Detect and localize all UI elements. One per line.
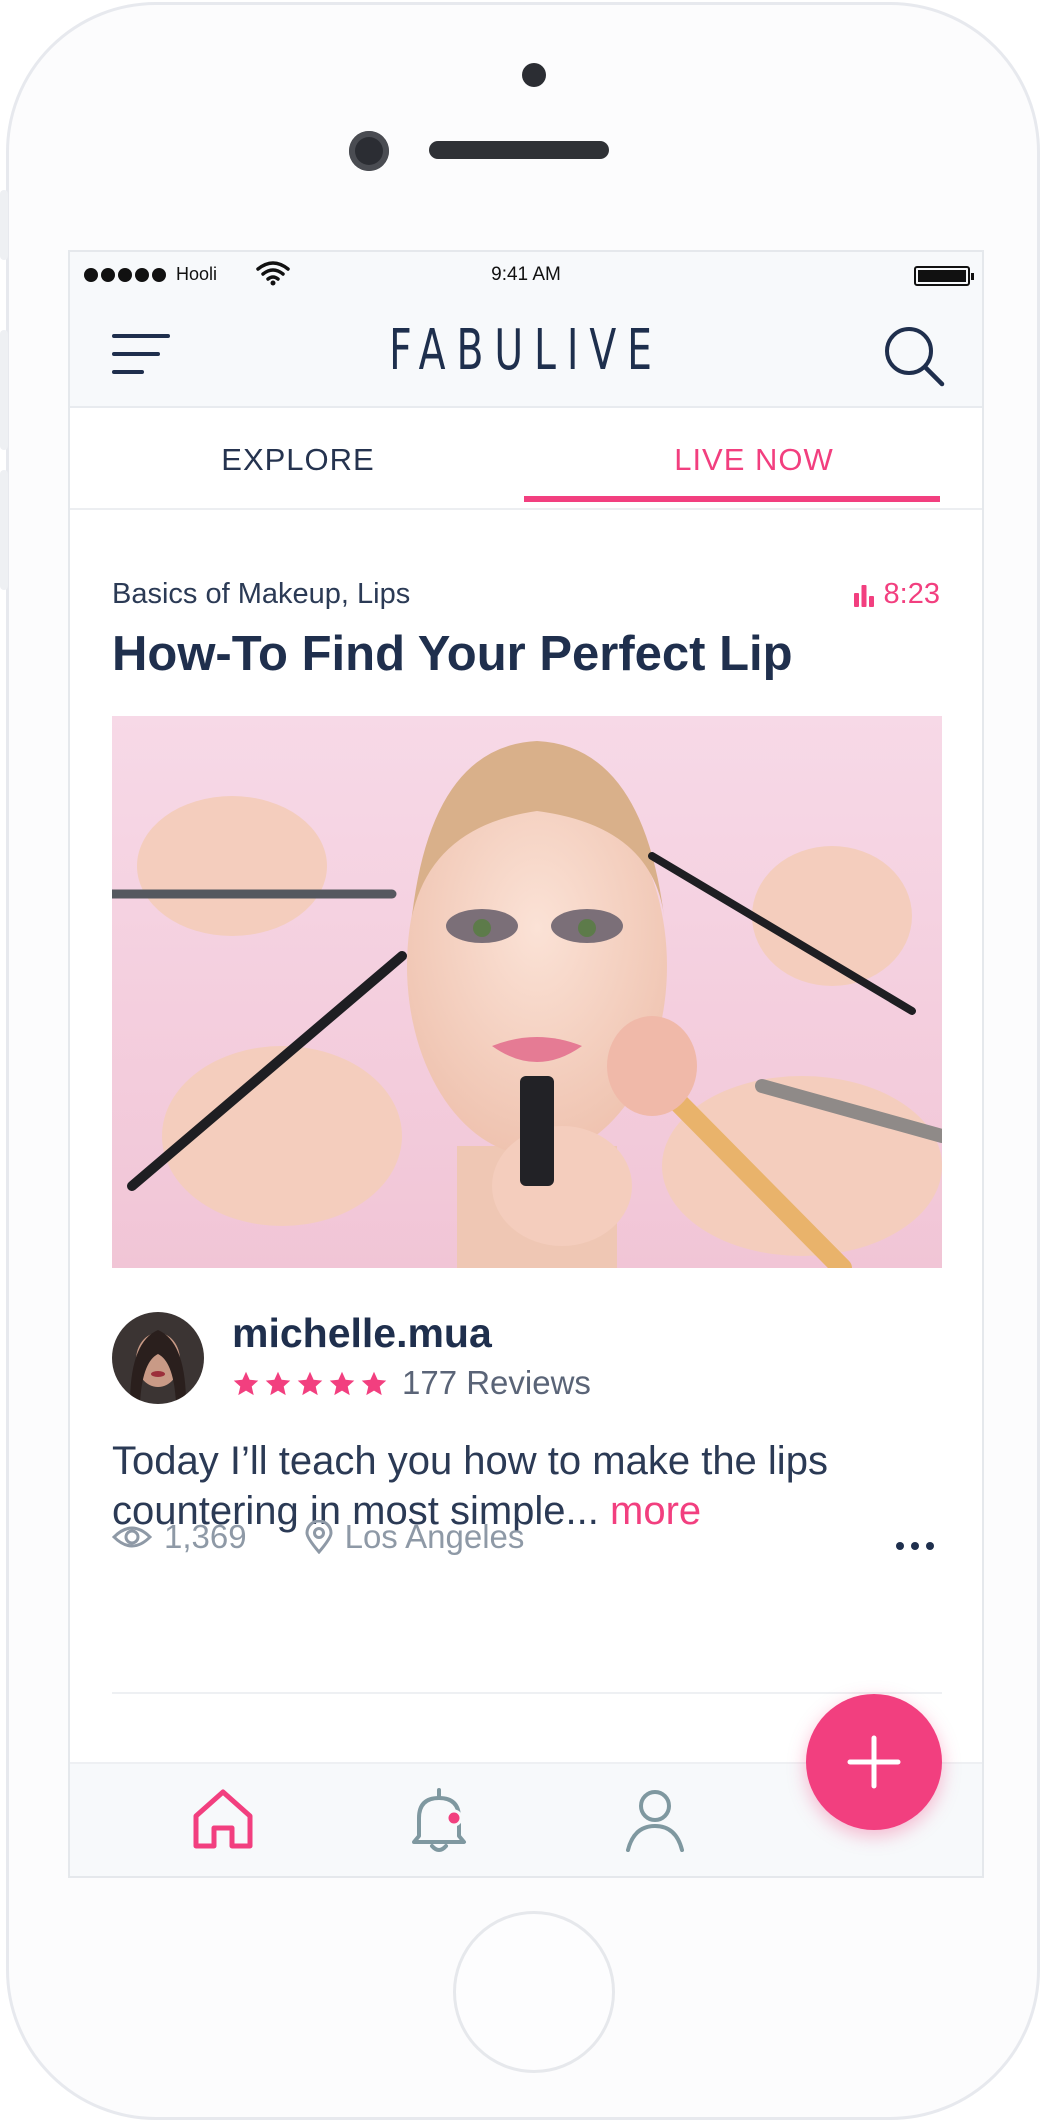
live-duration: 8:23 — [852, 578, 940, 611]
review-count[interactable]: 177 Reviews — [402, 1364, 591, 1402]
star-icon — [297, 1371, 323, 1396]
side-button — [0, 330, 8, 450]
author-avatar[interactable] — [112, 1312, 204, 1404]
tab-explore[interactable]: EXPLORE — [70, 408, 526, 508]
location-pin-icon — [305, 1520, 333, 1554]
tab-live-now[interactable]: LIVE NOW — [526, 408, 982, 508]
add-button[interactable] — [806, 1694, 942, 1830]
speaker-grille — [429, 141, 609, 159]
star-icon — [329, 1371, 355, 1396]
search-icon[interactable] — [882, 324, 946, 388]
star-icon — [361, 1371, 387, 1396]
author-username[interactable]: michelle.mua — [232, 1310, 492, 1357]
profile-icon[interactable] — [620, 1784, 690, 1854]
star-icon — [265, 1371, 291, 1396]
more-options-icon[interactable] — [896, 1542, 934, 1550]
bell-icon[interactable] — [404, 1784, 474, 1854]
card-category: Basics of Makeup, Lips — [112, 578, 411, 610]
home-hardware-button[interactable] — [453, 1911, 615, 2073]
side-button — [0, 470, 8, 590]
status-time: 9:41 AM — [491, 264, 561, 285]
battery-icon — [914, 266, 974, 286]
tab-bar: EXPLORE LIVE NOW — [70, 408, 982, 510]
eye-icon — [112, 1526, 152, 1548]
camera-dot — [522, 63, 546, 87]
side-button — [0, 190, 8, 260]
menu-icon[interactable] — [112, 332, 172, 376]
star-icon — [233, 1371, 259, 1396]
card-divider — [112, 1692, 942, 1694]
app-screen: Hooli 9:41 AM FABULIVE EXPLORE LIVE NOW … — [68, 250, 984, 1878]
app-logo: FABULIVE — [389, 318, 663, 383]
rating-stars — [232, 1370, 388, 1398]
live-bars-icon — [853, 584, 874, 607]
view-count-text: 1,369 — [164, 1518, 247, 1555]
active-tab-indicator — [524, 496, 940, 502]
top-navbar: FABULIVE — [70, 296, 982, 408]
card-meta: 1,369 Los Angeles — [112, 1518, 524, 1556]
more-link[interactable]: more — [610, 1489, 701, 1533]
card-title[interactable]: How-To Find Your Perfect Lip — [112, 626, 793, 682]
location-text: Los Angeles — [344, 1518, 525, 1555]
location: Los Angeles — [305, 1518, 525, 1556]
live-duration-text: 8:23 — [883, 578, 940, 610]
front-camera — [349, 131, 389, 171]
home-icon[interactable] — [188, 1784, 258, 1854]
view-count: 1,369 — [112, 1518, 247, 1556]
status-bar: Hooli 9:41 AM — [70, 252, 982, 296]
hero-image[interactable] — [112, 716, 942, 1268]
